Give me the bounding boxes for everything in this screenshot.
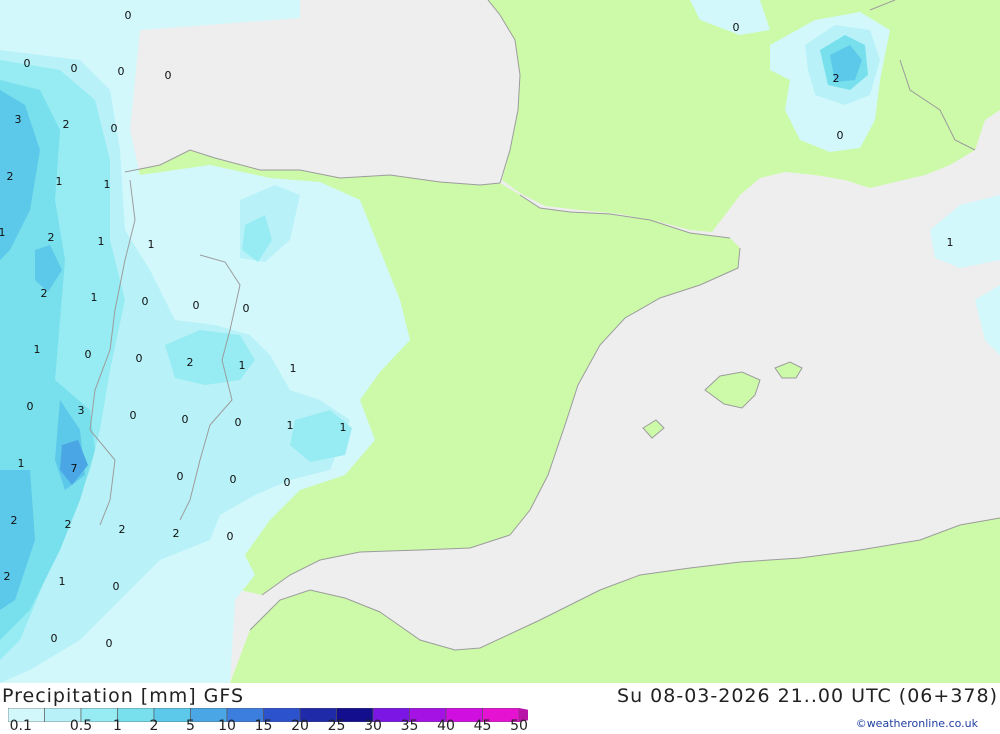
value-label: 7 (71, 462, 78, 475)
value-label: 0 (227, 530, 234, 543)
color-scale-tick-label: 0.5 (69, 718, 93, 734)
value-label: 1 (287, 419, 294, 432)
value-label: 0 (165, 69, 172, 82)
valid-time: Su 08-03-2026 21..00 UTC (06+378) (617, 685, 998, 707)
value-label: 2 (4, 570, 11, 583)
value-label: 1 (98, 235, 105, 248)
value-label: 0 (193, 299, 200, 312)
value-label: 0 (125, 9, 132, 22)
color-scale-tick-label: 1 (113, 718, 122, 734)
value-label: 0 (24, 57, 31, 70)
value-label: 0 (235, 416, 242, 429)
color-scale-tick-label: 35 (400, 718, 419, 734)
value-label: 0 (113, 580, 120, 593)
value-label: 2 (41, 287, 48, 300)
value-label: 2 (65, 518, 72, 531)
value-label: 2 (833, 72, 840, 85)
color-scale-tick-label: 20 (291, 718, 309, 734)
value-label: 1 (104, 178, 111, 191)
value-label: 0 (182, 413, 189, 426)
map-footer: Precipitation [mm] GFS Su 08-03-2026 21.… (0, 683, 1000, 734)
value-label: 1 (0, 226, 6, 239)
value-label: 0 (106, 637, 113, 650)
value-label: 0 (177, 470, 184, 483)
color-scale-tick-label: 30 (364, 718, 382, 734)
color-scale-tick-label: 10 (218, 718, 236, 734)
value-label: 0 (27, 400, 34, 413)
value-label: 1 (239, 359, 246, 372)
value-label: 0 (118, 65, 125, 78)
value-label: 0 (130, 409, 137, 422)
value-label: 2 (7, 170, 14, 183)
value-label: 0 (85, 348, 92, 361)
color-scale-tick-label: 45 (473, 718, 492, 734)
color-scale-segment (117, 708, 155, 722)
color-scale-tick-label: 50 (510, 718, 528, 734)
value-label: 2 (173, 527, 180, 540)
value-label: 1 (34, 343, 41, 356)
value-label: 3 (78, 404, 85, 417)
legend-title: Precipitation [mm] GFS (2, 685, 245, 707)
color-scale-tick-label: 25 (327, 718, 346, 734)
value-label: 0 (142, 295, 149, 308)
value-label: 1 (18, 457, 25, 470)
color-scale-tick-label: 5 (186, 718, 195, 734)
value-label: 0 (230, 473, 237, 486)
value-label: 1 (148, 238, 155, 251)
value-label: 2 (187, 356, 194, 369)
value-label: 1 (91, 291, 98, 304)
color-scale-segment (153, 708, 191, 722)
value-label: 0 (71, 62, 78, 75)
color-scale-tick-label: 2 (149, 718, 159, 734)
value-label: 1 (340, 421, 347, 434)
precipitation-map: 0 0 0 0 0 3 2 0 2 1 1 1 2 1 1 2 1 0 0 0 … (0, 0, 1000, 683)
value-label: 1 (290, 362, 297, 375)
value-label: 0 (51, 632, 58, 645)
credit-text: ©weatheronline.co.uk (855, 717, 978, 730)
color-scale-tick-label: 40 (437, 718, 455, 734)
value-label: 0 (837, 129, 844, 142)
value-label: 0 (284, 476, 291, 489)
value-label: 2 (63, 118, 70, 131)
value-label: 2 (48, 231, 55, 244)
color-scale-tick-label: 0.1 (9, 718, 32, 734)
value-label: 0 (111, 122, 118, 135)
color-scale-tick-label: 15 (254, 718, 273, 734)
value-label: 0 (136, 352, 143, 365)
value-label: 1 (59, 575, 66, 588)
value-label: 1 (947, 236, 954, 249)
value-label: 3 (15, 113, 22, 126)
value-label: 0 (243, 302, 250, 315)
value-label: 0 (733, 21, 740, 34)
value-label: 2 (119, 523, 126, 536)
value-label: 2 (11, 514, 18, 527)
value-label: 1 (56, 175, 63, 188)
